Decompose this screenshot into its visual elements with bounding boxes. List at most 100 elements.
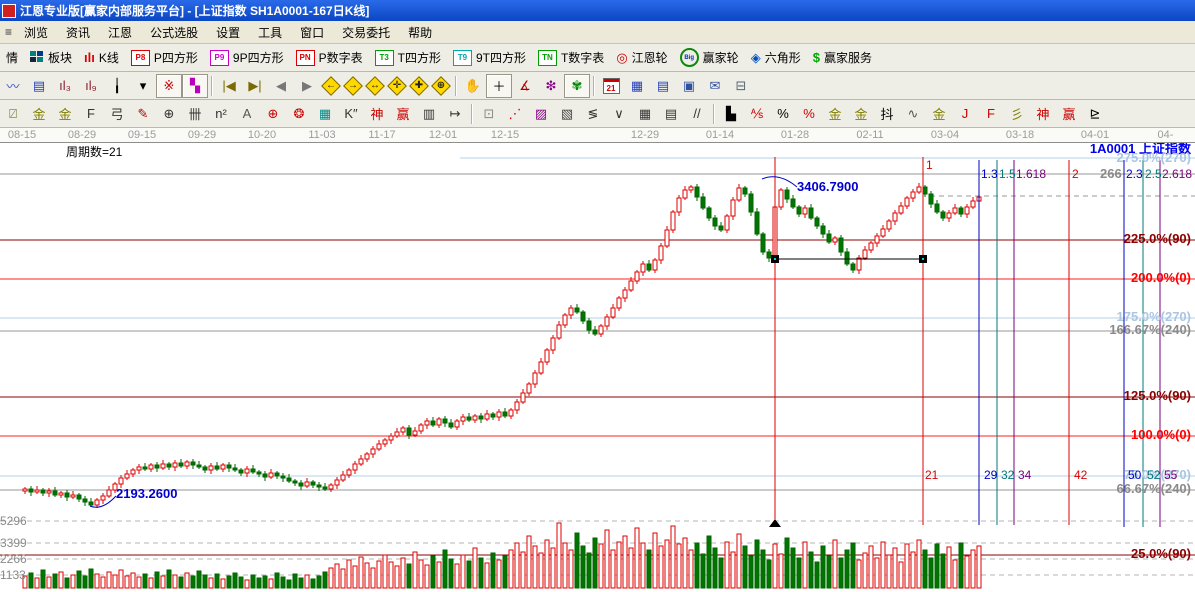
print-icon[interactable]: ⊟ <box>728 74 754 98</box>
percent-line-icon[interactable]: % <box>796 102 822 126</box>
gold-angle-icon[interactable]: 金 <box>926 102 952 126</box>
toolbar-item-winner-wheel[interactable]: Big赢家轮 <box>674 45 745 70</box>
k-quote-icon[interactable]: K″ <box>338 102 364 126</box>
shen-angle-icon[interactable]: 神 <box>1030 102 1056 126</box>
compress-icon[interactable]: ✛ <box>386 75 408 97</box>
toolbar-item-gann-wheel[interactable]: ◎江恩轮 <box>610 46 673 69</box>
k9-chart-icon[interactable]: ıl₉ <box>78 74 104 98</box>
frame-tool-icon[interactable]: ⊡ <box>476 102 502 126</box>
red-target-icon[interactable]: ⊕ <box>260 102 286 126</box>
candle-dropdown-icon[interactable]: ▾ <box>130 74 156 98</box>
toolbar-item-sectors-icon <box>30 51 44 64</box>
f-angle-icon[interactable]: F <box>978 102 1004 126</box>
first-page-icon[interactable]: |◀ <box>216 74 242 98</box>
teal-grid-icon[interactable]: ▦ <box>312 102 338 126</box>
candle-type-icon[interactable]: ╽ <box>104 74 130 98</box>
ying-tool-icon[interactable]: 赢 <box>390 102 416 126</box>
expand-horizontal-icon[interactable]: ↔ <box>364 75 386 97</box>
pi-angle-icon[interactable]: ⊵ <box>1082 102 1108 126</box>
toolbar-item-t-square[interactable]: T3T四方形 <box>369 46 447 69</box>
trend-lines-icon[interactable]: ≶ <box>580 102 606 126</box>
numbered-grid-icon[interactable]: ▤ <box>658 102 684 126</box>
j-angle-icon[interactable]: J <box>952 102 978 126</box>
gold-square2-icon[interactable]: 金 <box>52 102 78 126</box>
wave-check-icon[interactable]: ∨ <box>606 102 632 126</box>
toolbar-item-quote-clipped[interactable]: 情 <box>0 46 24 69</box>
gold-line-icon[interactable]: 金 <box>848 102 874 126</box>
star-grid-icon[interactable]: ❂ <box>286 102 312 126</box>
gold-circle-icon[interactable]: 金 <box>822 102 848 126</box>
gann-box-icon[interactable]: ⍁ <box>0 102 26 126</box>
next-icon[interactable]: ▶ <box>294 74 320 98</box>
pattern-icon[interactable]: ※ <box>156 74 182 98</box>
toolbar-item-9p-square[interactable]: P99P四方形 <box>204 46 290 69</box>
angle-measure-icon[interactable]: ∡ <box>512 74 538 98</box>
expand-all-icon[interactable]: ✚ <box>408 75 430 97</box>
menu-item-3[interactable]: 江恩 <box>99 22 141 43</box>
calendar-21-icon[interactable]: 21 <box>598 74 624 98</box>
toolbar-item-p-number-table[interactable]: PNP数字表 <box>290 46 369 69</box>
menu-item-7[interactable]: 窗口 <box>291 22 333 43</box>
toolbar-item-kline[interactable]: ılıK线 <box>78 46 125 69</box>
calculator-icon[interactable]: ▦ <box>624 74 650 98</box>
fit-screen-icon[interactable]: ⊕ <box>430 75 452 97</box>
dense-grid-icon[interactable]: ▦ <box>632 102 658 126</box>
market-wave-icon[interactable]: 〰 <box>0 74 26 98</box>
menu-item-partial[interactable]: ≡ <box>2 23 15 41</box>
level-label-125: 125.0%(90) <box>1124 389 1191 403</box>
gold-fan-icon[interactable]: 彡 <box>1004 102 1030 126</box>
shift-left-icon[interactable]: ← <box>320 75 342 97</box>
toolbar-item-9t-square[interactable]: T99T四方形 <box>447 46 532 69</box>
menu-item-6[interactable]: 工具 <box>249 22 291 43</box>
fan-box2-icon[interactable]: ▧ <box>554 102 580 126</box>
notes-icon[interactable]: ▤ <box>650 74 676 98</box>
menu-item-9[interactable]: 帮助 <box>399 22 441 43</box>
menu-item-4[interactable]: 公式选股 <box>141 22 207 43</box>
title-bar[interactable]: 江恩专业版[赢家内部服务平台] - [上证指数 SH1A0001-167日K线] <box>0 0 1195 21</box>
info-doc-icon[interactable]: ▤ <box>26 74 52 98</box>
crosshair-icon[interactable]: ＋ <box>486 74 512 98</box>
span-arrow-icon[interactable]: ↦ <box>442 102 468 126</box>
volume-axis-5296: 5296 <box>0 514 27 528</box>
toolbar-item-t-number-table[interactable]: TNT数字表 <box>532 46 610 69</box>
toolbar-item-winner-service[interactable]: $赢家服务 <box>807 46 878 69</box>
pen-icon[interactable]: ✎ <box>130 102 156 126</box>
f-tool-icon[interactable]: F <box>78 102 104 126</box>
menu-item-1[interactable]: 浏览 <box>15 22 57 43</box>
wave-line-icon[interactable]: ∿ <box>900 102 926 126</box>
chart-canvas[interactable] <box>0 143 1195 592</box>
menu-item-2[interactable]: 资讯 <box>57 22 99 43</box>
k3-chart-icon[interactable]: ıl₃ <box>52 74 78 98</box>
ying-angle-icon[interactable]: 赢 <box>1056 102 1082 126</box>
tally-lines-icon[interactable]: 卌 <box>182 102 208 126</box>
ruler-123-icon[interactable]: ▥ <box>416 102 442 126</box>
brush-icon[interactable]: 抖 <box>874 102 900 126</box>
spiral-icon[interactable]: 弓 <box>104 102 130 126</box>
percent-red-icon[interactable]: ⅍ <box>744 102 770 126</box>
prev-icon[interactable]: ◀ <box>268 74 294 98</box>
red-fan-icon[interactable]: ⋰ <box>502 102 528 126</box>
gann-purple-tool-icon[interactable]: ❇ <box>538 74 564 98</box>
percent-icon[interactable]: % <box>770 102 796 126</box>
shift-right-icon[interactable]: → <box>342 75 364 97</box>
chart-area[interactable]: 周期数=211A0001 上证指数275.0%(270)266225.0%(90… <box>0 143 1195 592</box>
volume-profile-icon[interactable]: ▚ <box>182 74 208 98</box>
toolbar-item-hexagon[interactable]: ◈六角形 <box>745 46 807 69</box>
percent-stat-icon[interactable]: ▙ <box>718 102 744 126</box>
hand-drag-icon[interactable]: ✋ <box>460 74 486 98</box>
menu-item-8[interactable]: 交易委托 <box>333 22 399 43</box>
toolbar-item-p-square[interactable]: P8P四方形 <box>125 46 204 69</box>
n-square-icon[interactable]: n² <box>208 102 234 126</box>
angle-a-icon[interactable]: A <box>234 102 260 126</box>
last-page-icon[interactable]: ▶| <box>242 74 268 98</box>
menu-item-5[interactable]: 设置 <box>207 22 249 43</box>
gold-square-icon[interactable]: 金 <box>26 102 52 126</box>
shen-tool-icon[interactable]: 神 <box>364 102 390 126</box>
fan-box-icon[interactable]: ▨ <box>528 102 554 126</box>
pattern-search-icon[interactable]: ✾ <box>564 74 590 98</box>
toolbar-item-sectors[interactable]: 板块 <box>24 46 78 69</box>
save-icon[interactable]: ▣ <box>676 74 702 98</box>
compass-circle-icon[interactable]: ⊕ <box>156 102 182 126</box>
slash-lines-icon[interactable]: // <box>684 102 710 126</box>
export-icon[interactable]: ✉ <box>702 74 728 98</box>
